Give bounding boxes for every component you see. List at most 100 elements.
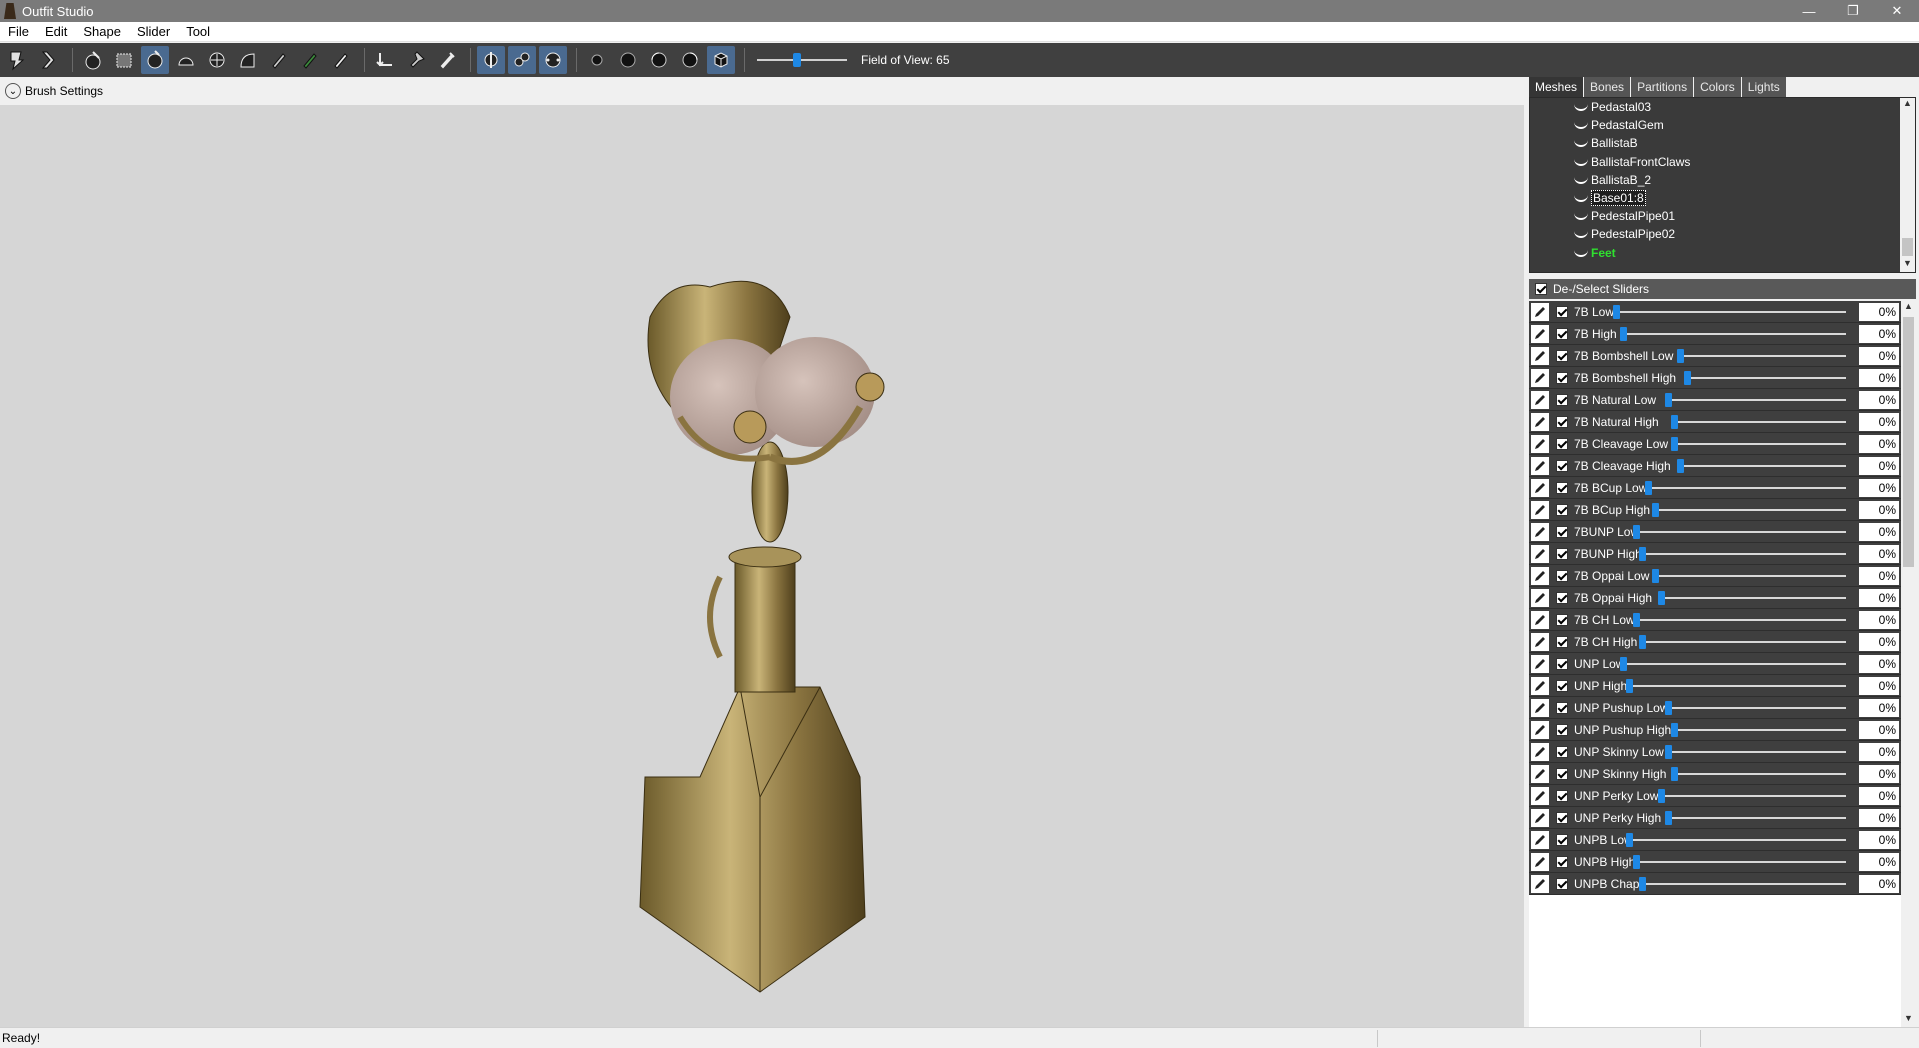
slider-value-field[interactable]: 0% — [1859, 303, 1899, 321]
menu-tool[interactable]: Tool — [178, 24, 218, 39]
slider-track[interactable] — [1664, 751, 1846, 753]
slider-value-field[interactable]: 0% — [1859, 633, 1899, 651]
scrollbar-thumb[interactable] — [1902, 238, 1913, 256]
select-all-sliders-checkbox[interactable] — [1535, 283, 1547, 295]
slider-value-field[interactable]: 0% — [1859, 677, 1899, 695]
slider-checkbox[interactable] — [1556, 349, 1568, 362]
slider-checkbox[interactable] — [1556, 767, 1568, 780]
slider-track[interactable] — [1671, 729, 1846, 731]
slider-checkbox[interactable] — [1556, 833, 1568, 846]
slider-track[interactable] — [1683, 377, 1846, 379]
fov-slider-thumb[interactable] — [793, 53, 801, 67]
brush-size-small-icon[interactable] — [583, 46, 611, 74]
slider-value-field[interactable]: 0% — [1859, 831, 1899, 849]
pencil-icon[interactable] — [1531, 434, 1549, 453]
slider-thumb[interactable] — [1645, 481, 1653, 495]
slider-thumb[interactable] — [1677, 459, 1685, 473]
slider-thumb[interactable] — [1664, 745, 1672, 759]
slider-value-field[interactable]: 0% — [1859, 853, 1899, 871]
pencil-icon[interactable] — [1531, 676, 1549, 695]
menu-slider[interactable]: Slider — [129, 24, 178, 39]
inflate-brush-icon[interactable] — [141, 46, 169, 74]
slider-value-field[interactable]: 0% — [1859, 765, 1899, 783]
scrollbar-thumb[interactable] — [1903, 317, 1914, 567]
deflate-brush-icon[interactable] — [172, 46, 200, 74]
slider-checkbox[interactable] — [1556, 855, 1568, 868]
mesh-item[interactable]: PedestalPipe02 — [1574, 225, 1675, 243]
pencil-icon[interactable] — [1531, 830, 1549, 849]
pencil-icon[interactable] — [1531, 324, 1549, 343]
slider-checkbox[interactable] — [1556, 657, 1568, 670]
slider-value-field[interactable]: 0% — [1859, 501, 1899, 519]
shade-mode-icon[interactable] — [707, 46, 735, 74]
standard-brush-icon[interactable] — [79, 46, 107, 74]
mesh-tree[interactable]: Pedastal03 PedastalGem BallistaB BallistaFr… — [1529, 97, 1916, 273]
pencil-icon[interactable] — [1531, 522, 1549, 541]
slider-checkbox[interactable] — [1556, 481, 1568, 494]
slider-thumb[interactable] — [1671, 437, 1678, 451]
mesh-label[interactable]: PedestalPipe01 — [1591, 209, 1675, 223]
slider-track[interactable] — [1677, 465, 1846, 467]
slider-checkbox[interactable] — [1556, 745, 1568, 758]
weight-brush-icon[interactable] — [296, 46, 324, 74]
fov-slider[interactable] — [757, 50, 847, 70]
slider-checkbox[interactable] — [1556, 789, 1568, 802]
slider-value-field[interactable]: 0% — [1859, 875, 1899, 893]
transform-tool-icon[interactable] — [35, 46, 63, 74]
slider-track[interactable] — [1645, 487, 1846, 489]
slider-track[interactable] — [1626, 839, 1846, 841]
slider-thumb[interactable] — [1664, 701, 1672, 715]
slider-thumb[interactable] — [1632, 613, 1640, 627]
slider-thumb[interactable] — [1658, 789, 1666, 803]
slider-track[interactable] — [1651, 509, 1846, 511]
slider-track[interactable] — [1632, 861, 1846, 863]
pencil-icon[interactable] — [1531, 390, 1549, 409]
scroll-down-arrow-icon[interactable]: ▼ — [1901, 1013, 1916, 1027]
pencil-icon[interactable] — [1531, 610, 1549, 629]
visibility-eye-icon[interactable] — [1574, 176, 1588, 184]
pivot-icon[interactable] — [371, 46, 399, 74]
slider-checkbox[interactable] — [1556, 525, 1568, 538]
slider-checkbox[interactable] — [1556, 591, 1568, 604]
slider-value-field[interactable]: 0% — [1859, 457, 1899, 475]
pencil-icon[interactable] — [1531, 588, 1549, 607]
slider-value-field[interactable]: 0% — [1859, 523, 1899, 541]
brush-settings-bar[interactable]: ⌄ Brush Settings — [0, 77, 1524, 105]
slider-checkbox[interactable] — [1556, 393, 1568, 406]
slider-track[interactable] — [1658, 795, 1846, 797]
slider-thumb[interactable] — [1632, 855, 1640, 869]
pencil-icon[interactable] — [1531, 302, 1549, 321]
tab-colors[interactable]: Colors — [1694, 77, 1741, 97]
tab-bones[interactable]: Bones — [1584, 77, 1631, 97]
visibility-eye-icon[interactable] — [1574, 158, 1588, 166]
close-button[interactable]: ✕ — [1875, 0, 1919, 22]
slider-thumb[interactable] — [1619, 327, 1627, 341]
tab-partitions[interactable]: Partitions — [1631, 77, 1694, 97]
tab-meshes[interactable]: Meshes — [1529, 77, 1584, 97]
slider-checkbox[interactable] — [1556, 305, 1568, 318]
mesh-label[interactable]: Feet — [1591, 246, 1616, 260]
slider-track[interactable] — [1677, 355, 1846, 357]
mesh-item[interactable]: BallistaB_2 — [1574, 171, 1651, 189]
mesh-label[interactable]: BallistaB_2 — [1591, 173, 1651, 187]
pencil-icon[interactable] — [1531, 764, 1549, 783]
slider-track[interactable] — [1671, 443, 1846, 445]
slider-checkbox[interactable] — [1556, 371, 1568, 384]
slider-track[interactable] — [1613, 311, 1846, 313]
global-brush-icon[interactable] — [539, 46, 567, 74]
slider-thumb[interactable] — [1651, 569, 1659, 583]
mesh-label[interactable]: BallistaFrontClaws — [1591, 155, 1690, 169]
slider-track[interactable] — [1619, 663, 1846, 665]
visibility-eye-icon[interactable] — [1574, 212, 1588, 221]
tab-lights[interactable]: Lights — [1741, 77, 1786, 97]
slider-checkbox[interactable] — [1556, 415, 1568, 428]
slider-checkbox[interactable] — [1556, 811, 1568, 824]
3d-viewport[interactable]: ⌄ Brush Settings — [0, 77, 1524, 1027]
mesh-label[interactable]: PedastalGem — [1591, 118, 1664, 132]
slider-track[interactable] — [1658, 597, 1846, 599]
slider-thumb[interactable] — [1671, 767, 1678, 781]
pencil-icon[interactable] — [1531, 874, 1549, 893]
pencil-icon[interactable] — [1531, 786, 1549, 805]
slider-value-field[interactable]: 0% — [1859, 369, 1899, 387]
slider-track[interactable] — [1632, 619, 1846, 621]
